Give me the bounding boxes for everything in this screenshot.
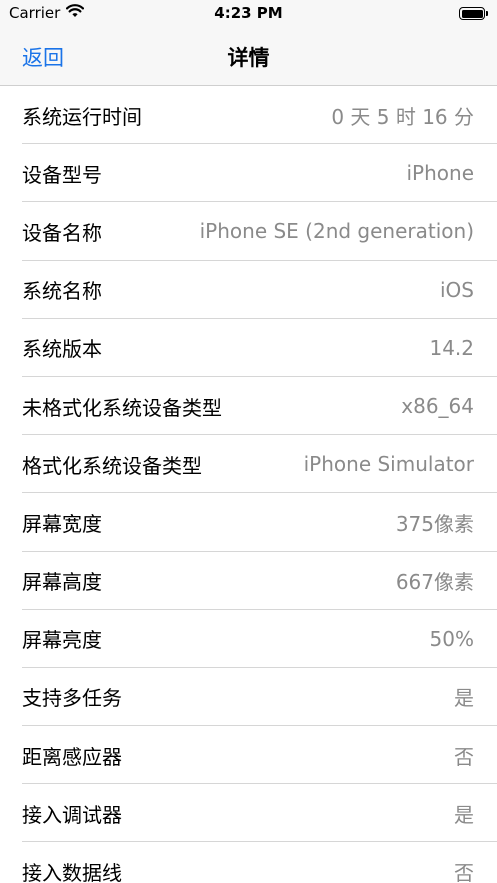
navigation-bar: 返回 详情 [0,30,497,86]
row-value: 否 [454,861,474,883]
list-item: 距离感应器 否 [0,726,497,785]
list-item: 接入数据线 否 [0,842,497,883]
row-value: iPhone [406,161,474,186]
row-label: 接入数据线 [22,861,122,883]
row-label: 设备型号 [22,162,102,187]
row-label: 系统版本 [22,337,102,362]
battery-full-icon [459,7,488,20]
list-item: 接入调试器 是 [0,784,497,843]
row-value: 是 [454,802,474,827]
list-item: 屏幕宽度 375像素 [0,493,497,552]
list-item: 未格式化系统设备类型 x86_64 [0,377,497,436]
row-label: 屏幕高度 [22,570,102,595]
list-item: 屏幕亮度 50% [0,610,497,669]
row-value: x86_64 [401,394,474,419]
row-label: 距离感应器 [22,744,122,769]
row-value: 50% [429,626,474,651]
page-title: 详情 [227,46,270,70]
list-item: 系统版本 14.2 [0,319,497,378]
row-label: 系统运行时间 [22,104,142,129]
row-label: 设备名称 [22,220,102,245]
row-value: 14.2 [429,335,474,360]
list-item: 设备型号 iPhone [0,144,497,203]
list-item: 屏幕高度 667像素 [0,552,497,610]
row-value: iOS [440,277,474,302]
row-label: 格式化系统设备类型 [22,453,202,478]
row-label: 接入调试器 [22,802,122,827]
status-bar: Carrier 4:23 PM [0,0,497,30]
list-item: 格式化系统设备类型 iPhone Simulator [0,435,497,494]
row-label: 屏幕亮度 [22,628,102,653]
row-value: 667像素 [395,570,474,595]
row-value: iPhone Simulator [303,452,474,477]
row-label: 屏幕宽度 [22,511,102,536]
row-value: 是 [454,686,474,711]
row-label: 支持多任务 [22,686,122,711]
row-value: 否 [454,744,474,769]
detail-list: 系统运行时间 0 天 5 时 16 分 设备型号 iPhone 设备名称 iPh… [0,86,497,883]
status-time: 4:23 PM [214,4,283,22]
row-label: 系统名称 [22,279,102,304]
list-item: 支持多任务 是 [0,668,497,727]
row-value: 0 天 5 时 16 分 [331,104,474,129]
list-item: 系统名称 iOS [0,261,497,319]
list-item: 系统运行时间 0 天 5 时 16 分 [0,86,497,145]
row-value: iPhone SE (2nd generation) [199,219,474,244]
row-value: 375像素 [395,511,474,536]
row-label: 未格式化系统设备类型 [22,395,222,420]
list-item: 设备名称 iPhone SE (2nd generation) [0,202,497,261]
